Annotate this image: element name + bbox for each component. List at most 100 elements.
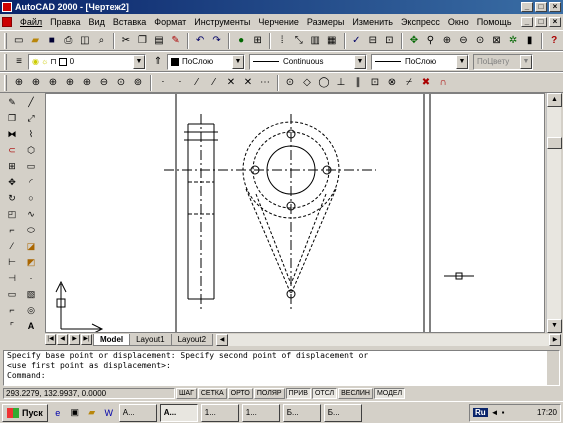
minimize-button[interactable]: _ xyxy=(521,2,533,12)
menu-tools[interactable]: Инструменты xyxy=(190,17,254,27)
print-preview-icon[interactable]: ◫ xyxy=(77,33,93,49)
menu-window[interactable]: Окно xyxy=(444,17,473,27)
zoom-realtime-icon[interactable]: ⚲ xyxy=(423,33,439,49)
pan-realtime-icon[interactable]: ✥ xyxy=(406,33,422,49)
snap-quadrant-icon[interactable]: ◇ xyxy=(299,75,315,91)
command-window[interactable]: Specify base point or displacement: Spec… xyxy=(3,350,560,386)
redo-icon[interactable]: ↷ xyxy=(209,33,225,49)
properties-icon[interactable]: ✓ xyxy=(349,33,365,49)
offset-icon[interactable]: ⊂ xyxy=(4,142,20,158)
display-order-icon[interactable]: ⊡ xyxy=(382,33,398,49)
spline-icon[interactable]: ∿ xyxy=(23,206,39,222)
speaker-icon[interactable]: ◄ xyxy=(491,408,499,417)
next-tab-icon[interactable]: ▶ xyxy=(69,334,80,345)
zoom-center-icon[interactable]: ⊕ xyxy=(62,75,78,91)
scroll-left-icon[interactable]: ◀ xyxy=(216,333,229,346)
zoom-dynamic-icon[interactable]: ⊕ xyxy=(28,75,44,91)
rectangle-icon[interactable]: ▭ xyxy=(23,158,39,174)
toolbar-grip[interactable] xyxy=(4,32,7,49)
zoom-window-icon[interactable]: ⊕ xyxy=(439,33,455,49)
scroll-down-icon[interactable]: ▼ xyxy=(547,319,562,333)
otrack-mode-button[interactable]: ОТСЛ xyxy=(311,388,338,399)
close-button[interactable]: × xyxy=(549,2,561,12)
toolbar-grip[interactable] xyxy=(4,74,7,91)
scroll-up-icon[interactable]: ▲ xyxy=(547,93,562,107)
menu-help[interactable]: Помощь xyxy=(473,17,516,27)
adcenter-icon[interactable]: ⊟ xyxy=(365,33,381,49)
desktop-quicklaunch-icon[interactable]: ▣ xyxy=(68,406,82,420)
taskbar-item[interactable]: 1... xyxy=(241,403,280,422)
ellipse-icon[interactable]: ⬭ xyxy=(23,222,39,238)
color-dropdown[interactable]: ПоСлою ▼ xyxy=(167,53,245,70)
osnap-settings-icon[interactable]: ∩ xyxy=(435,75,451,91)
move-icon[interactable]: ✥ xyxy=(4,174,20,190)
tab-layout1[interactable]: Layout1 xyxy=(129,333,172,346)
dropdown-arrow-icon[interactable]: ▼ xyxy=(456,54,468,69)
trim-icon[interactable]: ⊢ xyxy=(4,254,20,270)
autocad-app-icon[interactable] xyxy=(2,2,12,12)
snap-insert-icon[interactable]: ⊡ xyxy=(367,75,383,91)
polygon-icon[interactable]: ⬡ xyxy=(23,142,39,158)
first-tab-icon[interactable]: |◀ xyxy=(45,334,56,345)
command-prompt[interactable]: Command: xyxy=(7,371,559,381)
inquiry-icon[interactable]: ▥ xyxy=(307,33,323,49)
taskbar-item[interactable]: A... xyxy=(118,403,157,422)
undo-icon[interactable]: ↶ xyxy=(192,33,208,49)
construction-line-icon[interactable]: ⤢ xyxy=(23,110,39,126)
cut-icon[interactable]: ✂ xyxy=(118,33,134,49)
help-icon[interactable]: ? xyxy=(546,33,562,49)
model-space-button[interactable]: МОДЕЛ xyxy=(373,388,406,399)
circle-icon[interactable]: ○ xyxy=(23,190,39,206)
snap-apparent-intersection-icon[interactable]: ✕ xyxy=(240,75,256,91)
temp-tracking-icon[interactable]: ⋅ xyxy=(155,75,171,91)
ucs-icon[interactable]: ⤡ xyxy=(291,33,307,49)
erase-icon[interactable]: ✎ xyxy=(4,94,20,110)
drawing-canvas[interactable] xyxy=(45,93,545,333)
horizontal-scrollbar[interactable]: ◀ ▶ xyxy=(216,333,561,346)
chamfer-icon[interactable]: ⌐ xyxy=(4,302,20,318)
mirror-icon[interactable]: ⧓ xyxy=(4,126,20,142)
grid-mode-button[interactable]: СЕТКА xyxy=(197,388,227,399)
menu-view[interactable]: Вид xyxy=(85,17,109,27)
copy-object-icon[interactable]: ❐ xyxy=(4,110,20,126)
region-icon[interactable]: ◎ xyxy=(23,302,39,318)
snap-midpoint-icon[interactable]: ⁄ xyxy=(206,75,222,91)
zoom-window-icon[interactable]: ⊕ xyxy=(11,75,27,91)
start-button[interactable]: Пуск xyxy=(2,403,48,422)
command-scrollbar[interactable] xyxy=(547,351,559,385)
array-icon[interactable]: ⊞ xyxy=(4,158,20,174)
prev-tab-icon[interactable]: ◀ xyxy=(57,334,68,345)
snap-perpendicular-icon[interactable]: ⊥ xyxy=(333,75,349,91)
new-file-icon[interactable]: ▭ xyxy=(11,33,27,49)
dropdown-arrow-icon[interactable]: ▼ xyxy=(354,54,366,69)
tab-model[interactable]: Model xyxy=(93,333,131,346)
snap-from-icon[interactable]: ⋅ xyxy=(172,75,188,91)
doc-minimize-button[interactable]: _ xyxy=(521,16,533,27)
menu-format[interactable]: Формат xyxy=(150,17,190,27)
print-icon[interactable]: ⎙ xyxy=(61,33,77,49)
menu-express[interactable]: Экспресс xyxy=(397,17,444,27)
open-folder-icon[interactable]: ▰ xyxy=(28,33,44,49)
layer-dropdown[interactable]: ◉ ☼ ⊓ 0 ▼ xyxy=(28,53,146,70)
lengthen-icon[interactable]: ⁄ xyxy=(4,238,20,254)
snap-mode-button[interactable]: ШАГ xyxy=(176,388,197,399)
copy-icon[interactable]: ❐ xyxy=(135,33,151,49)
clock[interactable]: 17:20 xyxy=(537,408,557,417)
break-icon[interactable]: ▭ xyxy=(4,286,20,302)
snap-nearest-icon[interactable]: ⌿ xyxy=(401,75,417,91)
rotate-icon[interactable]: ↻ xyxy=(4,190,20,206)
menu-edit[interactable]: Правка xyxy=(46,17,84,27)
taskbar-item[interactable]: Б... xyxy=(323,403,362,422)
toolbar-grip[interactable] xyxy=(4,53,7,70)
network-icon[interactable]: ▪ xyxy=(502,408,505,417)
taskbar-item[interactable]: 1... xyxy=(200,403,239,422)
find-icon[interactable]: ⌕ xyxy=(94,33,110,49)
today-icon[interactable]: ▮ xyxy=(522,33,538,49)
lineweight-mode-button[interactable]: ВЕСЛИН xyxy=(338,388,373,399)
last-tab-icon[interactable]: ▶| xyxy=(81,334,92,345)
snap-extension-icon[interactable]: ⋯ xyxy=(257,75,273,91)
snap-center-icon[interactable]: ⊙ xyxy=(282,75,298,91)
osnap-mode-button[interactable]: ПРИВ xyxy=(285,388,311,399)
zoom-all-icon[interactable]: ⊙ xyxy=(113,75,129,91)
menu-dimension[interactable]: Размеры xyxy=(303,17,348,27)
